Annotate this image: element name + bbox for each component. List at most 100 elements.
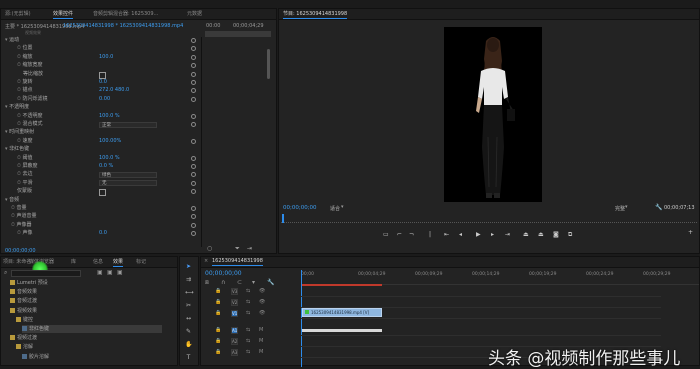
effects-tree-item[interactable]: Lumetri 预设 [10,279,48,287]
lock-icon[interactable]: 🔒 [215,349,221,355]
effect-property-row[interactable]: ⏱ 去边 [17,171,33,178]
mark-in-icon[interactable]: ⌐ [397,231,402,239]
sync-icon[interactable]: ⇆ [246,288,250,294]
reset-parameter-icon[interactable] [191,113,196,119]
mute-toggle[interactable]: M [259,338,263,344]
effect-property-row[interactable]: ⏱ 平滑 [17,180,33,187]
effect-property-row[interactable]: ⏱ 防闪烁滤镜 [17,96,48,103]
lock-icon[interactable]: 🔒 [215,288,221,294]
effect-property-row[interactable]: ⏱ 声道音量 [11,213,37,220]
effects-tree-item[interactable]: 音频效果 [10,288,37,296]
mute-toggle[interactable]: M [259,327,263,333]
effects-tree-item[interactable]: 视频效果 [10,307,37,315]
effect-property-row[interactable]: ▾ 运动 [5,37,19,44]
play-button-icon[interactable]: ▶ [476,231,481,239]
reset-parameter-icon[interactable] [191,63,196,69]
reset-parameter-icon[interactable] [191,54,196,60]
hand-tool-icon[interactable]: ✋ [185,341,192,348]
effect-property-row[interactable]: ⏱ 不透明度 [17,113,43,120]
effects-browser-tab[interactable]: 信息 [93,258,103,265]
effect-property-row[interactable]: ⏱ 缩放 [17,54,33,61]
ripple-edit-tool-icon[interactable]: ⟷ [185,289,194,296]
effect-property-row[interactable]: ⏱ 声像 [17,230,33,237]
program-title[interactable]: 节目: 1625309414831998 [283,10,348,19]
track-target-toggle[interactable]: V3 [231,288,238,295]
sync-icon[interactable]: ⇆ [246,299,250,305]
reset-parameter-icon[interactable] [191,155,196,161]
clip-sequence-label[interactable]: 1625309414831998 * 1625309414831998.mp4 [63,23,183,29]
effect-property-row[interactable]: 等比缩放 [23,71,43,78]
effect-property-value[interactable]: 100.0 % [99,113,120,120]
step-forward-frame-icon[interactable]: ▸ [491,231,494,239]
mute-toggle[interactable]: M [259,349,263,355]
reset-parameter-icon[interactable] [191,71,196,77]
settings-wrench-icon[interactable]: 🔧 [655,204,662,211]
sync-icon[interactable]: ⇆ [246,338,250,344]
export-frame-camera-icon[interactable]: ◙ [553,231,559,239]
mark-out-icon[interactable]: ¬ [409,231,414,239]
effect-property-value[interactable]: 100.00% [99,138,121,145]
audio-clip-strip[interactable] [302,329,382,332]
effect-property-value[interactable]: 0.0 [99,79,107,86]
track-target-toggle[interactable]: A1 [231,327,238,334]
effect-property-row[interactable]: 仅蒙版 [17,188,32,195]
slip-tool-icon[interactable]: ↔ [185,315,192,322]
timeline-sequence-tab[interactable]: 1625309414831998 [212,258,263,266]
lock-icon[interactable]: 🔒 [215,327,221,333]
effect-property-row[interactable]: ▾ 时间重映射 [5,129,34,136]
sync-icon[interactable]: ⇆ [246,349,250,355]
effect-property-value[interactable]: 100.0 % [99,155,120,162]
reset-parameter-icon[interactable] [191,38,196,43]
compare-icon[interactable]: ⧉ [568,231,572,239]
pen-tool-icon[interactable]: ✎ [185,328,192,335]
effect-property-row[interactable]: ⏱ 缩放宽度 [17,62,43,69]
effects-tree-item[interactable]: 非红色键 [22,325,162,333]
effect-property-row[interactable]: ▾ 非红色键 [5,146,29,153]
eye-icon[interactable]: 👁 [259,299,265,305]
tab-source[interactable]: 源:(无剪辑) [5,10,31,17]
effect-property-row[interactable]: ▾ 不透明度 [5,104,29,111]
reset-parameter-icon[interactable] [191,222,196,228]
effect-property-checkbox[interactable] [99,189,106,197]
linked-selection-icon[interactable]: ⊂ [237,279,242,286]
eye-icon[interactable]: 👁 [259,288,265,294]
effect-property-dropdown[interactable]: 正常 [99,121,157,128]
tab-audio-mixer[interactable]: 音频剪辑混合器: 1625309... [93,10,158,17]
effects-tree-item[interactable]: 溶解 [16,343,33,351]
effect-property-row[interactable]: ⏱ 阈值 [17,155,33,162]
tab-metadata[interactable]: 元数据 [187,10,202,17]
track-target-toggle[interactable]: A3 [231,349,238,356]
program-scrub-bar[interactable] [281,217,697,223]
program-playhead[interactable] [282,214,284,223]
effects-tree-item[interactable]: 键控 [16,316,33,324]
reset-parameter-icon[interactable] [191,231,196,237]
track-target-toggle[interactable]: V1 [231,310,238,317]
effects-tree-item[interactable]: 视频过渡 [10,334,37,342]
reset-parameter-icon[interactable] [191,88,196,94]
effect-property-row[interactable]: ▾ 音频 [5,197,19,204]
work-area-bar[interactable] [301,284,382,286]
lock-icon[interactable]: 🔒 [215,299,221,305]
effects-tree-item[interactable]: 音频过渡 [10,297,37,305]
track-lane[interactable] [301,318,661,319]
step-back-icon[interactable]: ⇤ [444,231,449,239]
reset-parameter-icon[interactable] [191,180,196,186]
add-marker-timeline-icon[interactable]: ▾ [252,279,255,286]
effect-property-row[interactable]: ⏱ 位置 [17,45,33,52]
quality-dropdown[interactable]: 完整 [615,205,625,212]
step-back-frame-icon[interactable]: ◂ [459,231,462,239]
extract-icon[interactable]: ⏏ [538,231,544,239]
effect-property-value[interactable]: 0.0 % [99,163,113,170]
timeline-close-icon[interactable]: × [204,258,208,264]
effect-property-value[interactable]: 0.00 [99,96,110,103]
track-lane[interactable] [301,296,661,297]
go-to-in-icon[interactable]: | [429,231,431,239]
export-icon[interactable]: ⇥ [247,245,252,252]
lift-icon[interactable]: ⏏ [523,231,529,239]
add-button-icon[interactable]: + [688,229,693,237]
nest-icon[interactable]: ⧈ [205,279,209,287]
fit-dropdown[interactable]: 适合 [330,205,340,212]
effect-property-row[interactable]: ⏱ 旋转 [17,79,33,86]
ec-scrollbar[interactable] [267,49,270,79]
add-marker-icon[interactable]: ▭ [383,231,389,239]
